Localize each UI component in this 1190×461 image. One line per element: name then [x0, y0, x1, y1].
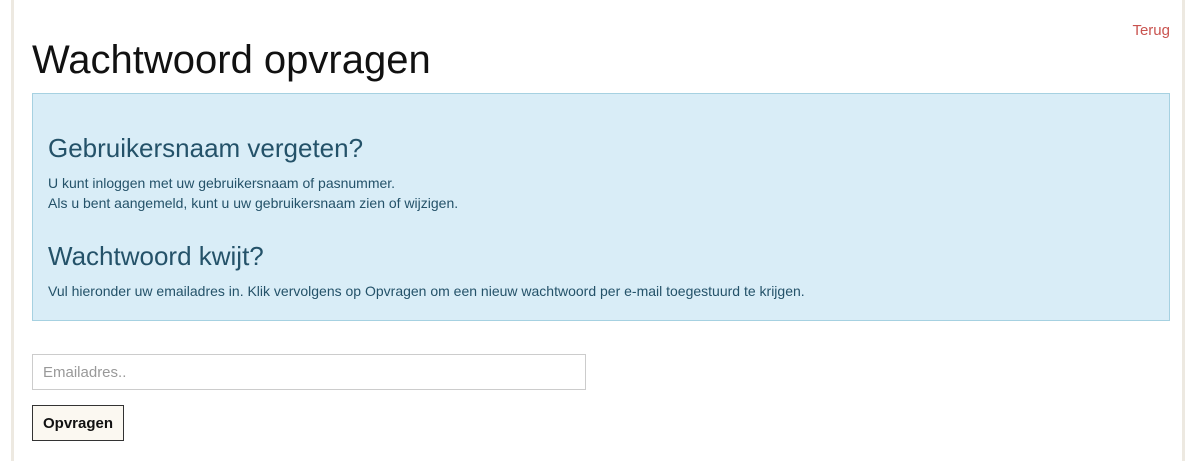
page-frame: Terug Wachtwoord opvragen Gebruikersnaam…	[0, 0, 1190, 461]
page-title: Wachtwoord opvragen	[32, 38, 431, 82]
request-button[interactable]: Opvragen	[32, 405, 125, 441]
username-heading: Gebruikersnaam vergeten?	[48, 133, 364, 163]
right-border	[1182, 0, 1185, 461]
username-change-text: Als u bent aangemeld, kunt u uw gebruike…	[48, 195, 459, 211]
info-panel: Gebruikersnaam vergeten? U kunt inloggen…	[32, 93, 1170, 321]
left-border	[11, 0, 14, 461]
email-input[interactable]	[32, 354, 586, 390]
password-instructions-text: Vul hieronder uw emailadres in. Klik ver…	[48, 283, 805, 299]
username-info-text: U kunt inloggen met uw gebruikersnaam of…	[48, 175, 396, 191]
password-heading: Wachtwoord kwijt?	[48, 241, 264, 271]
back-link[interactable]: Terug	[1132, 22, 1170, 39]
